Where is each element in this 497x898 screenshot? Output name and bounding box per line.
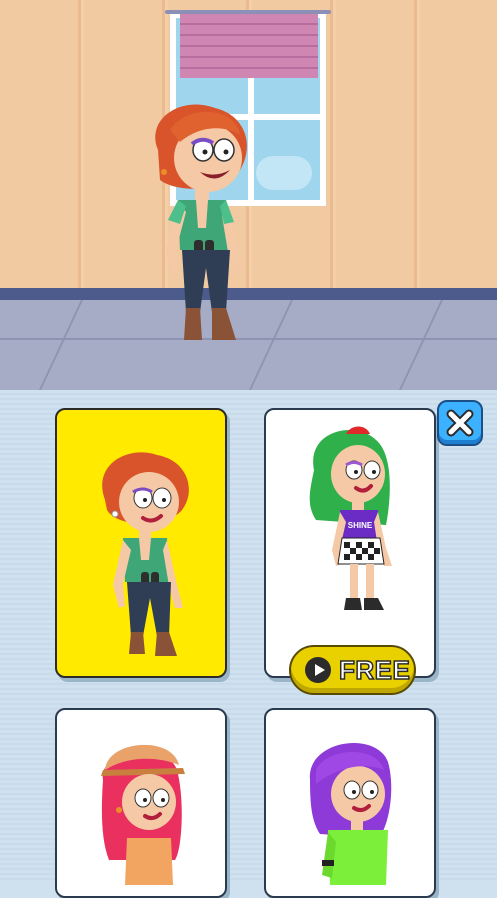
- room-scene: [0, 0, 497, 390]
- outfit-preview-purple-hair: [309, 742, 392, 885]
- outfit-preview-pink-hair: [101, 744, 185, 885]
- outfit-preview-redhead: [102, 452, 189, 656]
- window-blind: [180, 14, 318, 78]
- curtain-rod: [165, 10, 331, 14]
- outfit-card-green-hair[interactable]: SHINE: [264, 408, 436, 678]
- play-video-icon: [305, 657, 331, 683]
- outfit-card-redhead-selected[interactable]: [55, 408, 227, 678]
- shirt-text: SHINE: [348, 521, 373, 530]
- outfit-card-purple-hair[interactable]: [264, 708, 436, 898]
- hero-character: [155, 104, 247, 340]
- outfit-card-pink-hair[interactable]: [55, 708, 227, 898]
- free-button-label: FREE: [338, 654, 411, 686]
- outfit-preview-green-hair: SHINE: [309, 426, 392, 610]
- free-unlock-button[interactable]: FREE: [289, 645, 416, 695]
- close-icon: [446, 409, 474, 437]
- close-button[interactable]: [437, 400, 483, 446]
